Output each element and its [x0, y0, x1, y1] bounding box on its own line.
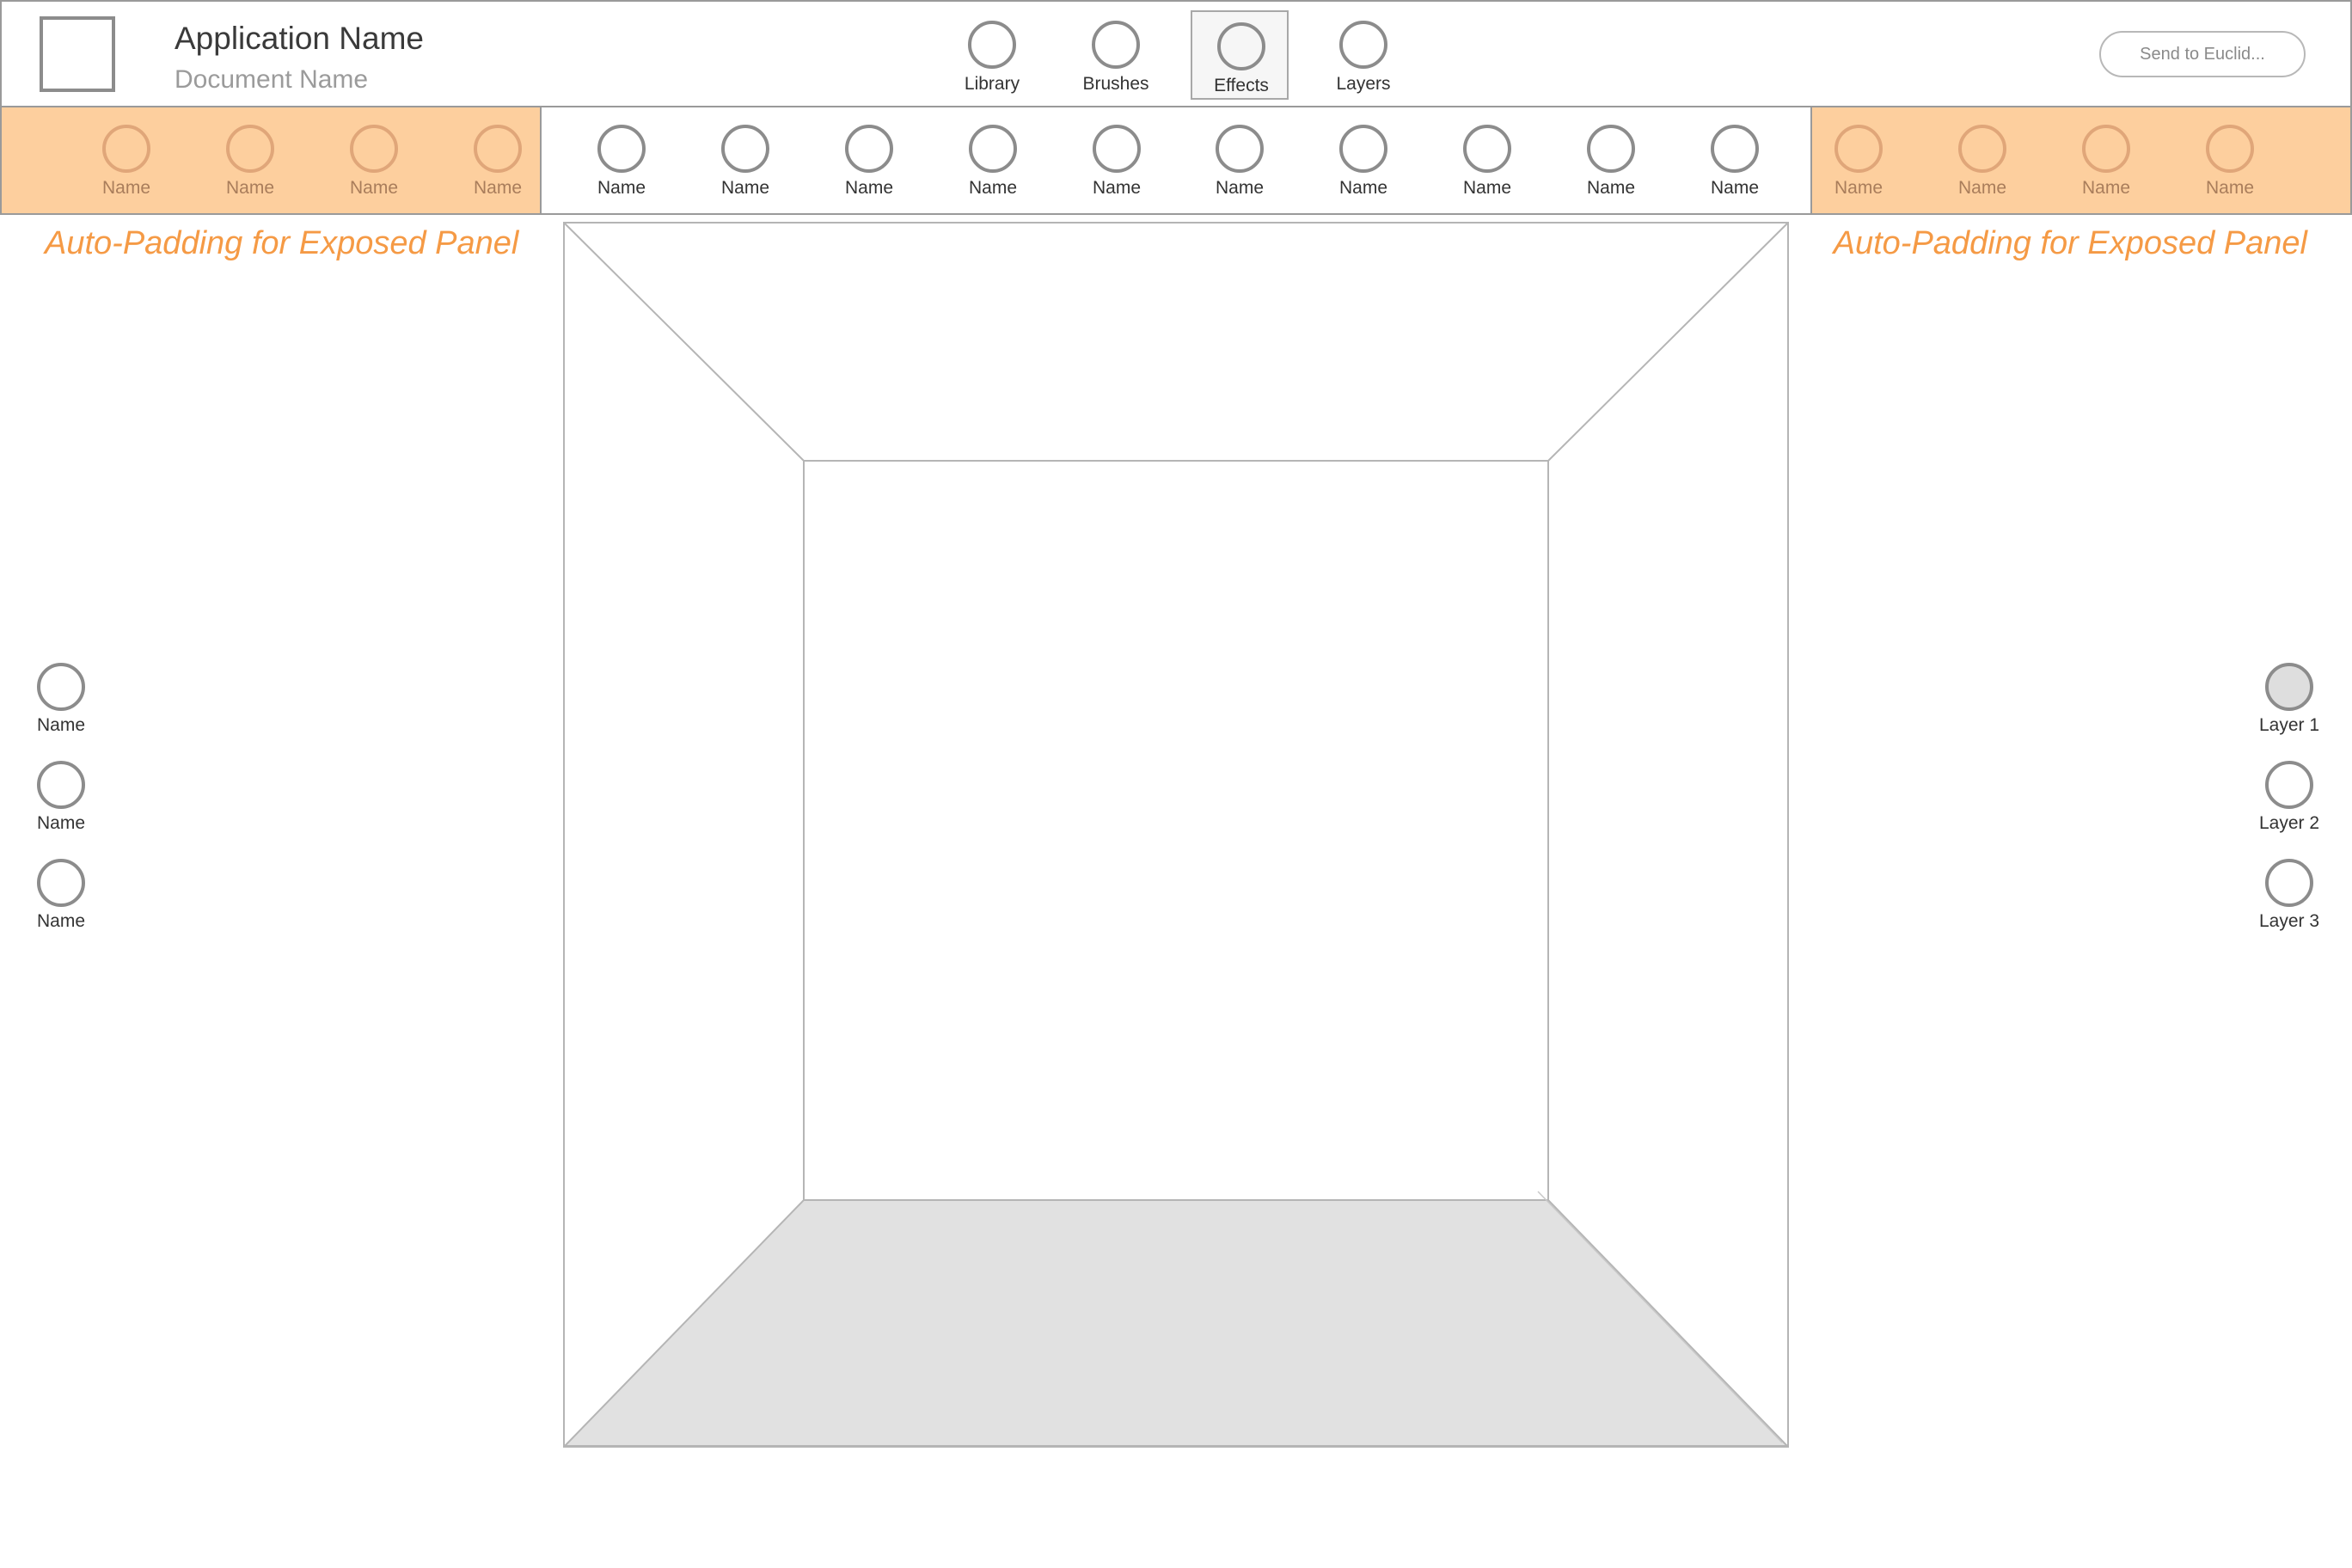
app-name: Application Name	[175, 21, 424, 56]
brushes-icon	[1092, 21, 1140, 69]
tool-icon	[350, 125, 398, 173]
tool-label: Name	[1338, 178, 1388, 198]
send-to-euclid-button[interactable]: Send to Euclid...	[2099, 31, 2306, 77]
tab-layers[interactable]: Layers	[1314, 10, 1412, 100]
tool-icon	[2206, 125, 2254, 173]
tool-icon	[1711, 125, 1759, 173]
item-label: Name	[36, 813, 86, 833]
tool-label: Name	[225, 178, 275, 198]
layer-label: Layer 2	[2258, 813, 2320, 833]
padding-note-right: Auto-Padding for Exposed Panel	[1833, 225, 2307, 261]
layers-icon	[1339, 21, 1387, 69]
tool-label: Name	[473, 178, 523, 198]
tab-label: Layers	[1336, 74, 1391, 94]
toolbar-left-tool[interactable]: Name	[79, 125, 174, 211]
tool-label: Name	[1462, 178, 1512, 198]
toolbar-left-tool[interactable]: Name	[450, 125, 545, 211]
tab-brushes[interactable]: Brushes	[1067, 10, 1165, 100]
tab-effects[interactable]: Effects	[1191, 10, 1289, 100]
tool-label: Name	[1215, 178, 1265, 198]
toolbar-tool[interactable]: Name	[822, 125, 916, 211]
layer-item[interactable]: Layer 3	[2242, 859, 2337, 945]
toolbar-left-tool[interactable]: Name	[203, 125, 297, 211]
toolbar-right-tool[interactable]: Name	[2059, 125, 2153, 211]
layer-item[interactable]: Layer 1	[2242, 663, 2337, 749]
tool-label: Name	[1586, 178, 1636, 198]
tool-icon	[1463, 125, 1511, 173]
toolbar-right-tool[interactable]: Name	[2183, 125, 2277, 211]
toolbar-tool[interactable]: Name	[946, 125, 1040, 211]
tool-icon	[1339, 125, 1387, 173]
layer-icon	[2265, 859, 2313, 907]
item-label: Name	[36, 715, 86, 735]
document-name[interactable]: Document Name	[175, 65, 368, 95]
tool-icon	[1834, 125, 1883, 173]
item-icon	[37, 859, 85, 907]
tool-icon	[969, 125, 1017, 173]
toolbar-tool[interactable]: Name	[1316, 125, 1411, 211]
toolbar: Name Name Name Name Name Name Name Name …	[0, 107, 2352, 215]
item-icon	[37, 663, 85, 711]
drawing-canvas[interactable]	[563, 222, 1789, 1448]
app-header: Application Name Document Name Library B…	[0, 0, 2352, 107]
tab-label: Effects	[1214, 76, 1269, 95]
padding-note-left: Auto-Padding for Exposed Panel	[45, 225, 519, 261]
tool-label: Name	[597, 178, 646, 198]
layer-icon	[2265, 761, 2313, 809]
tool-label: Name	[844, 178, 894, 198]
tool-label: Name	[101, 178, 151, 198]
tool-icon	[1958, 125, 2006, 173]
toolbar-tool[interactable]: Name	[574, 125, 669, 211]
tab-library[interactable]: Library	[943, 10, 1041, 100]
layer-item[interactable]: Layer 2	[2242, 761, 2337, 847]
toolbar-tool[interactable]: Name	[1192, 125, 1287, 211]
left-panel-item[interactable]: Name	[14, 761, 108, 847]
tool-icon	[1216, 125, 1264, 173]
tool-label: Name	[1834, 178, 1883, 198]
tool-icon	[845, 125, 893, 173]
tool-label: Name	[720, 178, 770, 198]
tab-label: Library	[964, 74, 1020, 94]
effects-icon	[1217, 22, 1265, 70]
tool-label: Name	[2081, 178, 2131, 198]
toolbar-right-tool[interactable]: Name	[1811, 125, 1906, 211]
tool-icon	[474, 125, 522, 173]
left-panel-item[interactable]: Name	[14, 663, 108, 749]
tool-icon	[1587, 125, 1635, 173]
tool-label: Name	[2205, 178, 2255, 198]
tool-icon	[226, 125, 274, 173]
tool-icon	[2082, 125, 2130, 173]
toolbar-tool[interactable]: Name	[1440, 125, 1534, 211]
tool-label: Name	[1957, 178, 2007, 198]
tool-label: Name	[1710, 178, 1760, 198]
library-icon	[968, 21, 1016, 69]
layer-label: Layer 1	[2258, 715, 2320, 735]
tool-icon	[1093, 125, 1141, 173]
toolbar-tool[interactable]: Name	[698, 125, 793, 211]
layer-icon	[2265, 663, 2313, 711]
tool-icon	[102, 125, 150, 173]
app-icon[interactable]	[40, 16, 115, 92]
toolbar-left-tool[interactable]: Name	[327, 125, 421, 211]
tool-label: Name	[349, 178, 399, 198]
tool-icon	[597, 125, 646, 173]
tool-label: Name	[1092, 178, 1142, 198]
toolbar-right-tool[interactable]: Name	[1935, 125, 2030, 211]
item-icon	[37, 761, 85, 809]
toolbar-tool[interactable]: Name	[1687, 125, 1782, 211]
tool-label: Name	[968, 178, 1018, 198]
tab-label: Brushes	[1082, 74, 1149, 94]
toolbar-tool[interactable]: Name	[1069, 125, 1164, 211]
layer-label: Layer 3	[2258, 911, 2320, 931]
toolbar-tool[interactable]: Name	[1564, 125, 1658, 211]
left-panel-item[interactable]: Name	[14, 859, 108, 945]
item-label: Name	[36, 911, 86, 931]
tool-icon	[721, 125, 769, 173]
